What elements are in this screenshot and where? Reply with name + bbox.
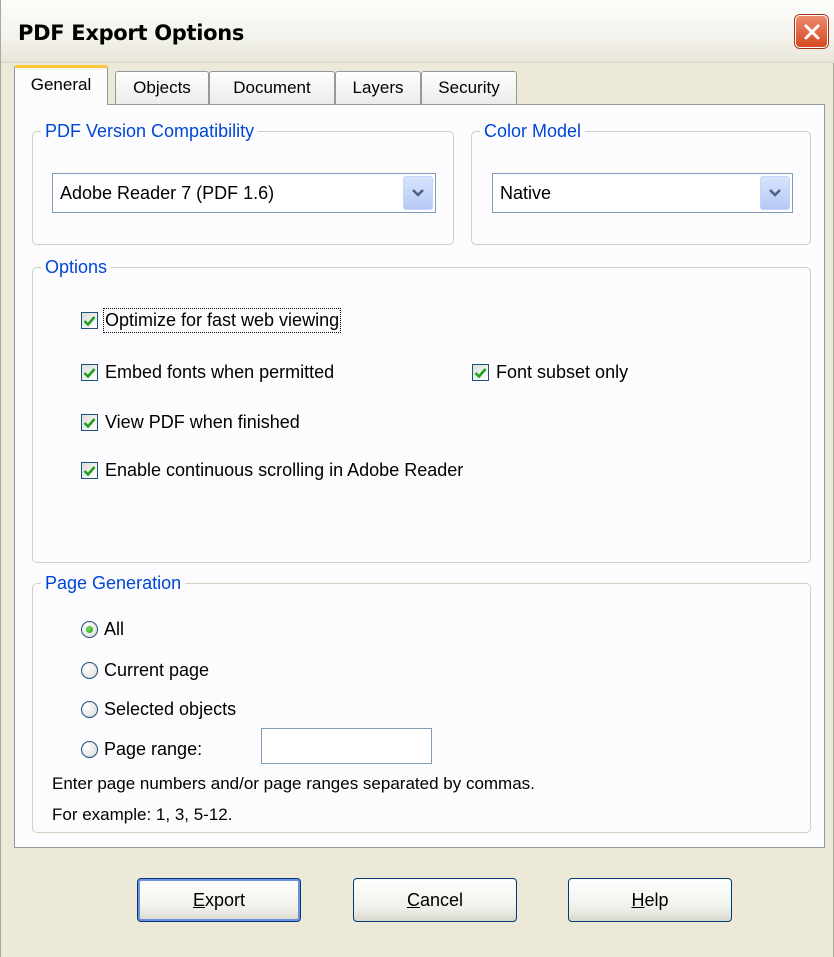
color-model-legend: Color Model: [484, 121, 582, 141]
cancel-accel: C: [406, 890, 420, 910]
radio-label: Selected objects: [104, 699, 237, 719]
tab-layers[interactable]: Layers: [335, 71, 421, 104]
tab-general[interactable]: General: [14, 65, 108, 105]
chevron-down-icon: [412, 189, 424, 197]
checkmark-icon: [474, 367, 487, 378]
checkbox-box[interactable]: [81, 462, 98, 479]
chevron-down-icon: [769, 189, 781, 197]
radio-label: Current page: [104, 660, 210, 680]
color-model-select[interactable]: Native: [492, 173, 793, 213]
checkbox-label: Enable continuous scrolling in Adobe Rea…: [105, 460, 464, 480]
checkbox-box[interactable]: [81, 364, 98, 381]
help-accel: H: [631, 890, 645, 910]
radio-selected-objects[interactable]: Selected objects: [81, 699, 236, 720]
close-button[interactable]: [795, 15, 828, 48]
radio-current-page[interactable]: Current page: [81, 660, 209, 681]
font-subset-checkbox[interactable]: Font subset only: [472, 362, 628, 383]
radio-label: Page range:: [104, 739, 203, 759]
checkbox-box[interactable]: [472, 364, 489, 381]
help-button[interactable]: Help: [568, 878, 732, 922]
checkbox-box[interactable]: [81, 414, 98, 431]
dropdown-arrow-button[interactable]: [760, 176, 790, 210]
options-legend: Options: [45, 257, 108, 277]
export-label: xport: [204, 890, 246, 910]
checkmark-icon: [83, 465, 96, 476]
checkmark-icon: [83, 315, 96, 326]
radio-button[interactable]: [81, 741, 98, 758]
checkbox-label: Embed fonts when permitted: [105, 362, 335, 382]
view-pdf-checkbox[interactable]: View PDF when finished: [81, 412, 300, 433]
checkbox-label: Font subset only: [496, 362, 629, 382]
checkbox-box[interactable]: [81, 312, 98, 329]
help-label: elp: [644, 890, 669, 910]
radio-page-range[interactable]: Page range:: [81, 739, 202, 760]
dropdown-arrow-button[interactable]: [403, 176, 433, 210]
close-icon: [804, 24, 819, 39]
checkbox-label: View PDF when finished: [105, 412, 300, 432]
pdf-export-dialog: PDF Export Options General Objects Docum…: [0, 0, 834, 957]
tab-document[interactable]: Document: [209, 71, 335, 104]
page-range-hint: Enter page numbers and/or page ranges se…: [52, 774, 535, 793]
cancel-button[interactable]: Cancel: [353, 878, 517, 922]
cancel-label: ancel: [419, 890, 464, 910]
optimize-web-checkbox[interactable]: Optimize for fast web viewing: [81, 308, 342, 333]
checkmark-icon: [83, 417, 96, 428]
tab-security[interactable]: Security: [421, 71, 517, 104]
pdf-version-value: Adobe Reader 7 (PDF 1.6): [60, 183, 275, 203]
title-bar[interactable]: PDF Export Options: [1, 0, 834, 63]
radio-button[interactable]: [81, 662, 98, 679]
pdf-version-select[interactable]: Adobe Reader 7 (PDF 1.6): [52, 173, 436, 213]
page-range-example: For example: 1, 3, 5-12.: [52, 805, 233, 824]
color-model-value: Native: [500, 183, 552, 203]
radio-button[interactable]: [81, 621, 98, 638]
radio-label: All: [104, 619, 125, 639]
export-accel: E: [192, 890, 205, 910]
tab-objects[interactable]: Objects: [115, 71, 209, 104]
page-range-input[interactable]: [261, 728, 432, 764]
general-tab-panel: PDF Version Compatibility Adobe Reader 7…: [14, 104, 825, 848]
embed-fonts-checkbox[interactable]: Embed fonts when permitted: [81, 362, 334, 383]
export-button[interactable]: Export: [137, 878, 301, 922]
radio-all[interactable]: All: [81, 619, 124, 640]
continuous-scrolling-checkbox[interactable]: Enable continuous scrolling in Adobe Rea…: [81, 460, 463, 481]
checkmark-icon: [83, 367, 96, 378]
pdf-version-legend: PDF Version Compatibility: [45, 121, 255, 141]
page-generation-legend: Page Generation: [45, 573, 182, 593]
radio-button[interactable]: [81, 701, 98, 718]
options-group: Options: [32, 257, 811, 563]
radio-selected-dot: [86, 626, 93, 633]
window-title: PDF Export Options: [18, 21, 245, 45]
checkbox-label: Optimize for fast web viewing: [102, 308, 342, 333]
